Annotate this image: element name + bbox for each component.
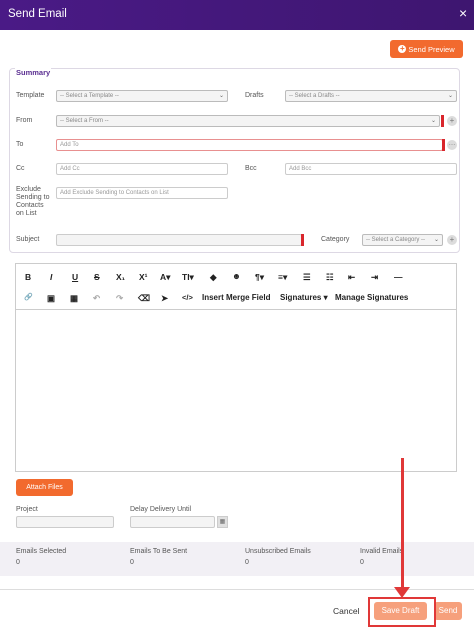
template-select[interactable]: -- Select a Template -- ⌄ — [56, 90, 228, 102]
required-indicator — [441, 115, 444, 127]
table-icon[interactable]: ▦ — [70, 293, 78, 304]
chevron-down-icon: ⌄ — [430, 118, 436, 124]
summary-title: Summary — [15, 68, 52, 77]
image-icon[interactable]: ▣ — [47, 293, 55, 304]
send-button[interactable]: Send — [434, 602, 462, 620]
category-label: Category — [321, 236, 350, 243]
paragraph-format-icon[interactable]: ¶▾ — [255, 272, 264, 283]
editor-toolbar-row-2: 🔗 ▣ ▦ ↶ ↷ ⌫ ➤ </> Insert Merge Field Sig… — [16, 288, 456, 309]
exclude-label-line: Sending to — [16, 194, 50, 201]
add-from-button[interactable]: + — [447, 116, 457, 126]
to-input[interactable]: Add To — [56, 139, 443, 151]
unordered-list-icon[interactable]: ☷ — [326, 272, 334, 283]
delay-input[interactable] — [130, 516, 215, 528]
outdent-icon[interactable]: ⇤ — [348, 272, 355, 283]
chevron-down-icon: ⌄ — [218, 93, 224, 99]
annotation-highlight-box — [368, 597, 436, 627]
to-label: To — [16, 141, 24, 148]
manage-signatures-button[interactable]: Manage Signatures — [335, 293, 408, 302]
from-select-value: -- Select a From -- — [60, 118, 109, 124]
invalid-emails-label: Invalid Emails — [360, 548, 404, 555]
required-indicator — [301, 234, 304, 246]
cc-input[interactable]: Add Cc — [56, 163, 228, 175]
category-select-value: -- Select a Category -- — [366, 237, 426, 243]
signatures-dropdown[interactable]: Signatures ▾ — [280, 293, 328, 302]
exclude-label-line: Exclude — [16, 186, 41, 193]
link-icon[interactable]: 🔗 — [24, 293, 33, 301]
exclude-label: Exclude Sending to Contacts on List — [16, 186, 49, 218]
font-color-icon[interactable]: A▾ — [160, 272, 170, 283]
align-icon[interactable]: ≡▾ — [278, 272, 287, 283]
plus-circle-icon: + — [398, 44, 407, 53]
horizontal-line-icon[interactable]: — — [394, 272, 403, 282]
emails-to-be-sent-label: Emails To Be Sent — [130, 548, 188, 555]
undo-icon[interactable]: ↶ — [93, 293, 100, 304]
category-select[interactable]: -- Select a Category -- ⌄ — [362, 234, 443, 246]
required-indicator — [442, 139, 445, 151]
underline-icon[interactable]: U — [72, 272, 78, 282]
template-select-value: -- Select a Template -- — [60, 93, 119, 99]
chevron-down-icon: ⌄ — [447, 93, 453, 99]
unsubscribed-emails-value: 0 — [245, 559, 249, 566]
project-label: Project — [16, 506, 38, 513]
emoji-icon[interactable]: ☻ — [232, 271, 241, 281]
close-icon[interactable]: × — [459, 5, 467, 21]
template-label: Template — [16, 92, 45, 99]
chevron-down-icon: ⌄ — [433, 237, 439, 243]
drafts-select-value: -- Select a Drafts -- — [289, 93, 340, 99]
exclude-label-line: on List — [16, 210, 37, 217]
editor-toolbar-row-1: B I U S X₁ X¹ A▾ TI▾ ◆ ☻ ¶▾ ≡▾ ☰ ☷ ⇤ ⇥ — — [16, 267, 456, 288]
bold-icon[interactable]: B — [25, 272, 31, 282]
bcc-label: Bcc — [245, 165, 257, 172]
strikethrough-icon[interactable]: S — [94, 272, 100, 282]
fill-color-icon[interactable]: ◆ — [210, 272, 217, 283]
bcc-input[interactable]: Add Bcc — [285, 163, 457, 175]
from-label: From — [16, 117, 33, 124]
from-select[interactable]: -- Select a From -- ⌄ — [56, 115, 440, 127]
emails-selected-label: Emails Selected — [16, 548, 67, 555]
send-preview-label: Send Preview — [408, 44, 455, 54]
cancel-button[interactable]: Cancel — [333, 602, 359, 620]
send-preview-button[interactable]: + Send Preview — [390, 40, 463, 58]
redo-icon[interactable]: ↷ — [116, 293, 123, 304]
annotation-arrow-shaft — [401, 458, 404, 590]
subscript-icon[interactable]: X₁ — [116, 272, 125, 282]
invalid-emails-value: 0 — [360, 559, 364, 566]
drafts-select[interactable]: -- Select a Drafts -- ⌄ — [285, 90, 457, 102]
emails-selected-value: 0 — [16, 559, 20, 566]
emails-to-be-sent-value: 0 — [130, 559, 134, 566]
subject-label: Subject — [16, 236, 40, 243]
insert-merge-field-button[interactable]: Insert Merge Field — [202, 293, 270, 302]
exclude-input[interactable]: Add Exclude Sending to Contacts on List — [56, 187, 228, 199]
code-view-icon[interactable]: </> — [182, 293, 193, 302]
select-icon[interactable]: ➤ — [161, 293, 168, 304]
calendar-icon[interactable]: ▦ — [217, 516, 228, 528]
modal-title: Send Email — [8, 8, 67, 20]
unsubscribed-emails-label: Unsubscribed Emails — [245, 548, 311, 555]
delay-label: Delay Delivery Until — [130, 506, 192, 513]
more-options-icon[interactable]: … — [447, 140, 457, 150]
rich-text-editor: B I U S X₁ X¹ A▾ TI▾ ◆ ☻ ¶▾ ≡▾ ☰ ☷ ⇤ ⇥ —… — [15, 263, 457, 472]
cc-label: Cc — [16, 165, 25, 172]
drafts-label: Drafts — [245, 92, 264, 99]
font-size-icon[interactable]: TI▾ — [182, 272, 194, 283]
add-category-button[interactable]: + — [447, 235, 457, 245]
project-input[interactable] — [16, 516, 114, 528]
italic-icon[interactable]: I — [50, 272, 52, 282]
annotation-arrow-head — [394, 587, 410, 598]
subject-input[interactable] — [56, 234, 302, 246]
exclude-label-line: Contacts — [16, 202, 44, 209]
attach-files-button[interactable]: Attach Files — [16, 479, 73, 496]
modal-header — [0, 0, 474, 30]
ordered-list-icon[interactable]: ☰ — [303, 272, 311, 283]
clear-format-icon[interactable]: ⌫ — [138, 293, 150, 304]
editor-body[interactable] — [16, 310, 456, 470]
superscript-icon[interactable]: X¹ — [139, 272, 148, 282]
indent-icon[interactable]: ⇥ — [371, 272, 378, 283]
